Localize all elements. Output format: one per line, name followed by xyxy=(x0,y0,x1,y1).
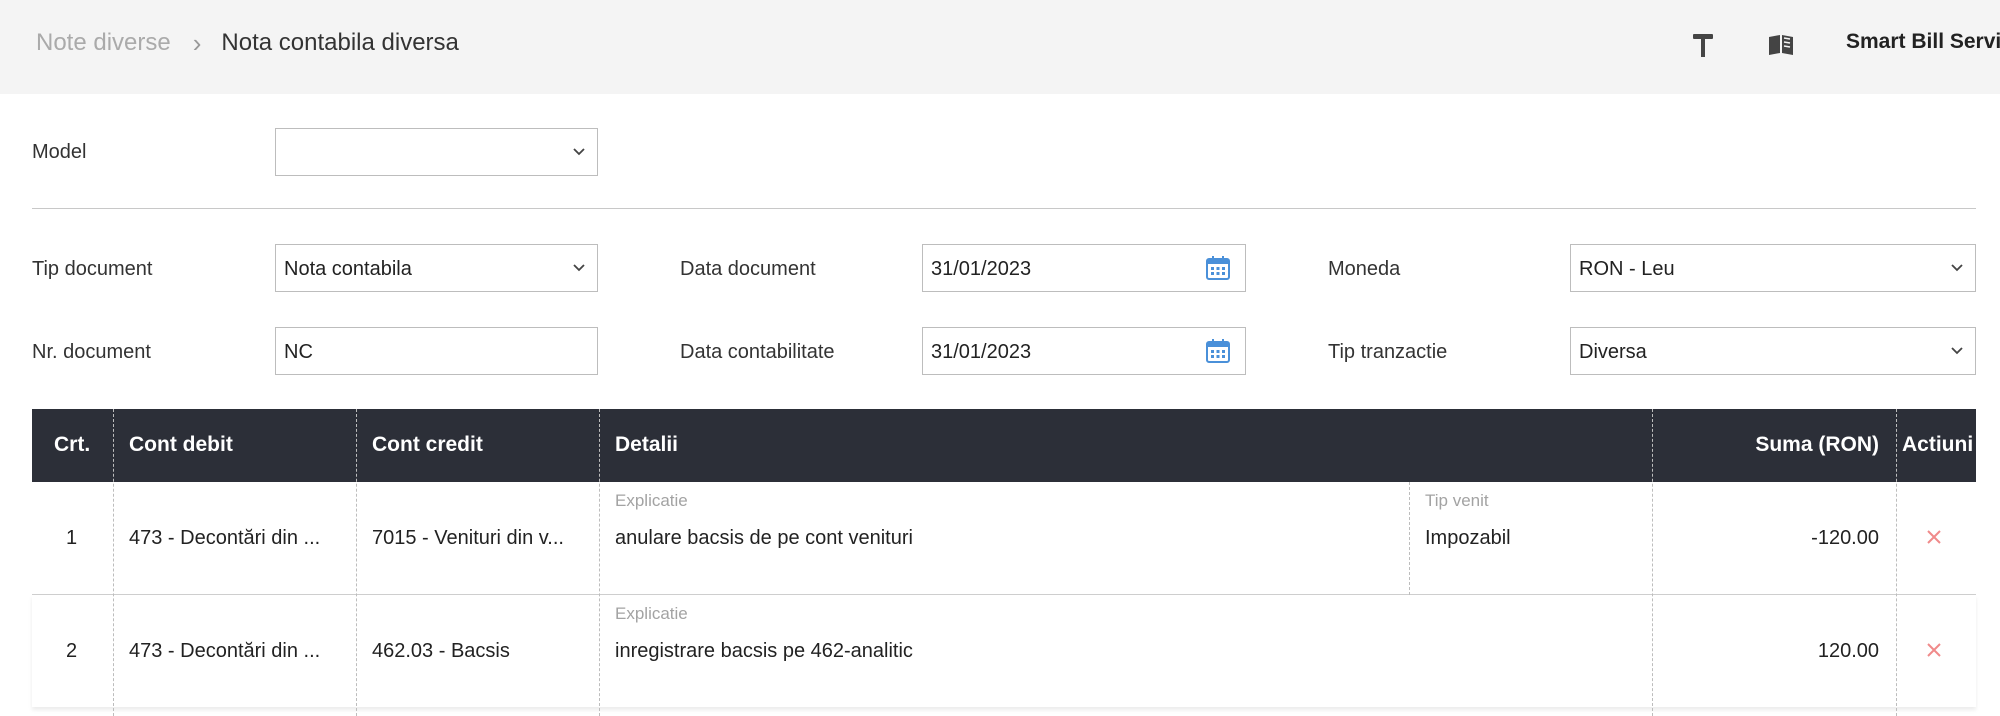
data-contabilitate-input[interactable]: 31/01/2023 xyxy=(922,327,1246,375)
column-divider xyxy=(599,409,600,716)
tip-tranzactie-label: Tip tranzactie xyxy=(1328,341,1448,363)
column-divider xyxy=(1409,482,1410,595)
page-title: Nota contabila diversa xyxy=(221,29,459,56)
calendar-icon[interactable] xyxy=(1205,255,1231,281)
tip-document-value: Nota contabila xyxy=(284,258,412,280)
table-row[interactable]: 2 473 - Decontări din ... 462.03 - Bacsi… xyxy=(32,595,1976,707)
tip-tranzactie-select[interactable]: Diversa xyxy=(1570,327,1976,375)
tip-document-label: Tip document xyxy=(32,258,153,280)
row-crt: 2 xyxy=(66,640,78,662)
row-cont-debit[interactable]: 473 - Decontări din ... xyxy=(129,526,320,550)
nr-document-input[interactable]: NC xyxy=(275,327,598,375)
breadcrumb-separator: › xyxy=(192,27,202,58)
column-header-cont-credit: Cont credit xyxy=(372,433,483,456)
row-explicatie[interactable]: anulare bacsis de pe cont venituri xyxy=(615,526,913,550)
explicatie-label: Explicatie xyxy=(615,604,688,623)
top-bar: Note diverse › Nota contabila diversa Sm… xyxy=(0,0,2000,94)
table-row[interactable]: 1 473 - Decontări din ... 7015 - Venitur… xyxy=(32,482,1976,595)
column-header-cont-debit: Cont debit xyxy=(129,433,233,456)
row-suma[interactable]: -120.00 xyxy=(1811,526,1879,550)
row-tip-venit[interactable]: Impozabil xyxy=(1425,526,1511,550)
moneda-value: RON - Leu xyxy=(1579,258,1675,280)
chevron-down-icon xyxy=(573,148,585,156)
breadcrumb: Note diverse › Nota contabila diversa xyxy=(36,0,459,86)
data-contabilitate-label: Data contabilitate xyxy=(680,341,835,363)
nr-document-value: NC xyxy=(284,341,313,363)
data-document-input[interactable]: 31/01/2023 xyxy=(922,244,1246,292)
data-document-label: Data document xyxy=(680,258,816,280)
column-divider xyxy=(1652,409,1653,716)
chevron-down-icon xyxy=(1951,264,1963,272)
row-explicatie[interactable]: inregistrare bacsis pe 462-analitic xyxy=(615,639,913,663)
column-header-crt: Crt. xyxy=(54,433,91,456)
data-document-value: 31/01/2023 xyxy=(931,258,1032,280)
explicatie-label: Explicatie xyxy=(615,491,688,510)
column-divider xyxy=(356,409,357,716)
section-divider xyxy=(32,208,1976,209)
tip-tranzactie-value: Diversa xyxy=(1579,341,1647,363)
data-contabilitate-value: 31/01/2023 xyxy=(931,341,1032,363)
company-name[interactable]: Smart Bill Servic xyxy=(1846,30,2000,54)
model-label: Model xyxy=(32,141,87,163)
chevron-down-icon xyxy=(1951,347,1963,355)
table-header: Crt. Cont debit Cont credit Detalii Suma… xyxy=(32,409,1976,482)
column-header-actiuni: Actiuni xyxy=(1902,433,1974,456)
column-header-suma: Suma (RON) xyxy=(1755,433,1879,456)
tip-document-select[interactable]: Nota contabila xyxy=(275,244,598,292)
column-divider xyxy=(1896,409,1897,716)
column-divider xyxy=(113,409,114,716)
moneda-label: Moneda xyxy=(1328,258,1401,280)
delete-icon[interactable] xyxy=(1923,526,1945,548)
moneda-select[interactable]: RON - Leu xyxy=(1570,244,1976,292)
row-crt: 1 xyxy=(66,527,78,549)
hammer-icon[interactable] xyxy=(1688,30,1718,60)
calendar-icon[interactable] xyxy=(1205,338,1231,364)
chevron-down-icon xyxy=(573,264,585,272)
row-cont-debit[interactable]: 473 - Decontări din ... xyxy=(129,639,320,663)
row-cont-credit[interactable]: 462.03 - Bacsis xyxy=(372,639,510,663)
row-cont-credit[interactable]: 7015 - Venituri din v... xyxy=(372,526,564,550)
breadcrumb-parent-link[interactable]: Note diverse xyxy=(36,29,171,57)
tip-venit-label: Tip venit xyxy=(1425,491,1489,510)
nr-document-label: Nr. document xyxy=(32,341,151,363)
row-suma[interactable]: 120.00 xyxy=(1818,639,1879,663)
model-select[interactable] xyxy=(275,128,598,176)
book-icon[interactable] xyxy=(1766,30,1796,60)
delete-icon[interactable] xyxy=(1923,639,1945,661)
column-header-detalii: Detalii xyxy=(615,433,679,456)
